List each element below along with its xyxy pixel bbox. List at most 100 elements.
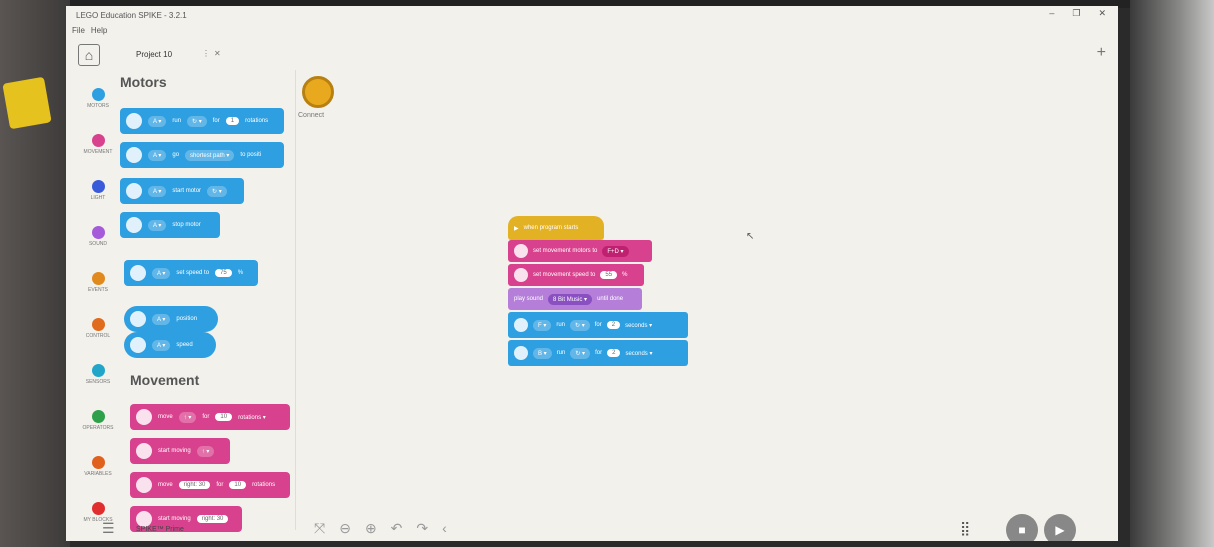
- unit-dropdown[interactable]: seconds ▾: [625, 350, 652, 357]
- port-dropdown[interactable]: A ▾: [152, 267, 171, 279]
- port-dropdown[interactable]: A ▾: [148, 219, 167, 231]
- value-input[interactable]: 75: [215, 269, 232, 277]
- value-input[interactable]: 2: [607, 349, 621, 357]
- motor-stop-block[interactable]: A ▾ stop motor: [120, 212, 220, 238]
- photo-right-background: [1130, 0, 1214, 547]
- direction-dropdown[interactable]: ↻ ▾: [207, 185, 227, 197]
- category-control[interactable]: Control: [76, 318, 120, 339]
- tab-label: Project 10: [136, 50, 173, 59]
- motors-dropdown[interactable]: F+D ▾: [602, 245, 629, 257]
- hub-type-label[interactable]: SPIKE™ Prime: [136, 526, 184, 533]
- category-label: Motors: [87, 103, 109, 109]
- port-dropdown[interactable]: F ▾: [533, 319, 552, 331]
- port-dropdown[interactable]: B ▾: [533, 347, 552, 359]
- motor-go-to-position-block[interactable]: A ▾ go shortest path ▾ to positi: [120, 142, 284, 168]
- motor-start-block[interactable]: A ▾ start motor ↻ ▾: [120, 178, 244, 204]
- menu-help[interactable]: Help: [91, 26, 107, 35]
- menu-bar: File Help: [72, 26, 107, 35]
- value-input[interactable]: 55: [600, 271, 618, 279]
- tab-close-icon[interactable]: ✕: [214, 49, 221, 58]
- motor-run-for-block[interactable]: B ▾ run ↻ ▾ for 2 seconds ▾: [508, 340, 688, 366]
- set-movement-speed-block[interactable]: set movement speed to 55 %: [508, 264, 644, 286]
- port-dropdown[interactable]: A ▾: [152, 339, 171, 351]
- maximize-button[interactable]: ❐: [1072, 8, 1080, 19]
- category-light[interactable]: Light: [76, 180, 120, 201]
- category-label: Sound: [88, 241, 108, 247]
- port-dropdown[interactable]: A ▾: [148, 115, 167, 127]
- motor-run-for-block[interactable]: A ▾ run ↻ ▾ for 1 rotations: [120, 108, 284, 134]
- category-sensors[interactable]: Sensors: [76, 364, 120, 385]
- value-input[interactable]: 2: [606, 321, 621, 329]
- category-sidebar: Motors Movement Light Sound Events Contr…: [66, 70, 122, 530]
- category-motors[interactable]: Motors: [76, 88, 120, 109]
- run-button[interactable]: ▶: [1044, 514, 1076, 541]
- block-text: %: [237, 270, 244, 276]
- stop-button[interactable]: ■: [1006, 514, 1038, 541]
- port-dropdown[interactable]: A ▾: [148, 149, 167, 161]
- direction-dropdown[interactable]: ↻ ▾: [570, 319, 590, 331]
- zoom-out-icon[interactable]: ⊖: [339, 520, 351, 537]
- category-events[interactable]: Events: [76, 272, 120, 293]
- move-steer-for-block[interactable]: move right: 30 for 10 rotations: [130, 472, 290, 498]
- block-text: for: [212, 118, 220, 124]
- menu-file[interactable]: File: [72, 26, 85, 35]
- category-operators[interactable]: Operators: [76, 410, 120, 431]
- fit-icon[interactable]: ⤧: [314, 520, 325, 537]
- block-text: speed: [176, 342, 193, 348]
- motor-icon: [126, 183, 142, 199]
- undo-icon[interactable]: ↶: [391, 520, 403, 537]
- motor-icon: [514, 318, 528, 332]
- block-palette: Motors A ▾ run ↻ ▾ for 1 rotations A ▾ g…: [118, 70, 296, 532]
- window-title: LEGO Education SPIKE - 3.2.1: [76, 11, 187, 20]
- home-button[interactable]: ⌂: [78, 44, 100, 66]
- set-movement-motors-block[interactable]: set movement motors to F+D ▾: [508, 240, 652, 262]
- play-sound-block[interactable]: play sound 8 Bit Music ▾ until done: [508, 288, 642, 310]
- motor-speed-reporter[interactable]: A ▾ speed: [124, 332, 216, 358]
- path-dropdown[interactable]: shortest path ▾: [185, 149, 235, 161]
- collapse-icon[interactable]: ‹: [442, 520, 447, 537]
- block-text: move: [158, 414, 173, 420]
- connect-button[interactable]: [302, 76, 334, 108]
- sound-dropdown[interactable]: 8 Bit Music ▾: [548, 293, 593, 305]
- port-dropdown[interactable]: A ▾: [148, 185, 167, 197]
- motor-position-reporter[interactable]: A ▾ position: [124, 306, 218, 332]
- move-for-block[interactable]: move ↑ ▾ for 10 rotations ▾: [130, 404, 290, 430]
- minimize-button[interactable]: –: [1049, 8, 1054, 19]
- category-dot: [91, 134, 105, 147]
- home-icon: ⌂: [84, 47, 94, 63]
- new-tab-button[interactable]: +: [1097, 44, 1106, 62]
- steer-input[interactable]: right: 30: [178, 481, 211, 489]
- motor-set-speed-block[interactable]: A ▾ set speed to 75 %: [124, 260, 258, 286]
- value-input[interactable]: 10: [229, 481, 247, 489]
- direction-dropdown[interactable]: ↻ ▾: [187, 115, 207, 127]
- block-text: rotations: [245, 118, 269, 124]
- zoom-in-icon[interactable]: ⊕: [365, 520, 377, 537]
- block-text: position: [176, 316, 198, 322]
- window-controls: – ❐ ✕: [1049, 8, 1106, 19]
- redo-icon[interactable]: ↷: [416, 520, 428, 537]
- direction-dropdown[interactable]: ↑ ▾: [178, 411, 197, 423]
- hub-panel-icon[interactable]: ☰: [102, 520, 115, 537]
- unit-dropdown[interactable]: rotations ▾: [238, 414, 266, 421]
- motor-run-for-block[interactable]: F ▾ run ↻ ▾ for 2 seconds ▾: [508, 312, 688, 338]
- unit-dropdown[interactable]: seconds ▾: [625, 322, 652, 329]
- category-sound[interactable]: Sound: [76, 226, 120, 247]
- tab-more-icon[interactable]: ⋮: [202, 49, 210, 58]
- tab-project[interactable]: Project 10 ⋮ ✕: [116, 44, 232, 64]
- category-dot: [91, 272, 105, 285]
- motor-icon: [130, 337, 146, 353]
- category-variables[interactable]: Variables: [76, 456, 120, 477]
- value-input[interactable]: 1: [225, 117, 240, 125]
- start-moving-block[interactable]: start moving ↑ ▾: [130, 438, 230, 464]
- direction-dropdown[interactable]: ↻ ▾: [570, 347, 591, 359]
- close-window-button[interactable]: ✕: [1098, 8, 1106, 19]
- device-menu-icon[interactable]: ⣿: [960, 520, 970, 537]
- direction-dropdown[interactable]: ↑ ▾: [196, 445, 215, 457]
- category-movement[interactable]: Movement: [76, 134, 120, 155]
- port-dropdown[interactable]: A ▾: [152, 313, 171, 325]
- when-program-starts-block[interactable]: ▶ when program starts: [508, 216, 604, 240]
- movement-icon: [136, 443, 152, 459]
- movement-icon: [136, 477, 152, 493]
- block-text: run: [172, 118, 182, 124]
- value-input[interactable]: 10: [215, 413, 233, 421]
